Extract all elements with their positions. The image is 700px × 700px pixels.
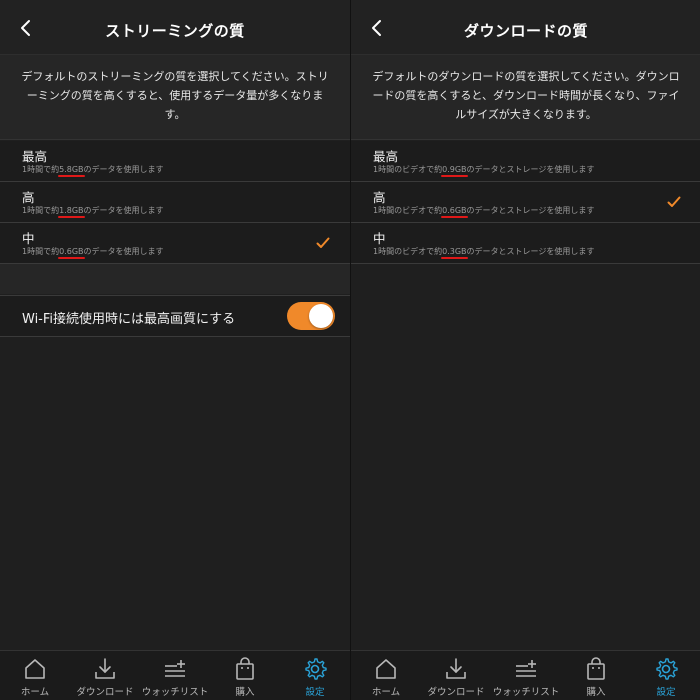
option-medium[interactable]: 中 1時間で約0.6GBのデータを使用します <box>0 223 350 264</box>
tab-label: ホーム <box>371 687 401 698</box>
subtext-prefix: 1時間で約 <box>22 165 60 174</box>
description-panel: デフォルトのダウンロードの質を選択してください。ダウンロードの質を高くすると、ダ… <box>351 54 700 140</box>
tab-purchase[interactable]: 購入 <box>210 651 280 700</box>
page-title: ストリーミングの質 <box>105 22 245 40</box>
watchlist-icon <box>514 657 538 681</box>
data-amount: 5.8GB <box>58 165 85 177</box>
subtext-suffix: のデータを使用します <box>83 247 164 256</box>
nav-header: ダウンロードの質 <box>351 0 700 54</box>
tab-label: 設定 <box>305 687 325 698</box>
bag-icon <box>584 657 608 681</box>
option-subtext: 1時間で約5.8GBのデータを使用します <box>22 164 164 177</box>
bag-icon <box>233 657 257 681</box>
description-panel: デフォルトのストリーミングの質を選択してください。ストリーミングの質を高くすると… <box>0 54 350 140</box>
option-label: 中 <box>373 231 386 246</box>
nav-header: ストリーミングの質 <box>0 0 350 54</box>
quality-options: 最高 1時間のビデオで約0.9GBのデータとストレージを使用します 高 1時間の… <box>351 141 700 264</box>
tab-label: 購入 <box>586 687 606 698</box>
option-medium[interactable]: 中 1時間のビデオで約0.3GBのデータとストレージを使用します <box>351 223 700 264</box>
tab-download[interactable]: ダウンロード <box>421 651 491 700</box>
subtext-suffix: のデータを使用します <box>83 206 164 215</box>
wifi-setting-row: Wi-Fi接続使用時には最高画質にする <box>0 295 350 337</box>
option-subtext: 1時間で約1.8GBのデータを使用します <box>22 205 164 218</box>
subtext-prefix: 1時間で約 <box>22 206 60 215</box>
description-text: デフォルトのストリーミングの質を選択してください。ストリーミングの質を高くすると… <box>21 70 329 121</box>
subtext-suffix: のデータを使用します <box>83 165 164 174</box>
tab-label: ダウンロード <box>427 687 485 698</box>
toggle-knob <box>309 304 333 328</box>
wifi-toggle[interactable] <box>287 302 335 330</box>
home-icon <box>23 657 47 681</box>
section-gap <box>0 264 350 294</box>
tab-label: 設定 <box>656 687 676 698</box>
option-label: 高 <box>373 190 386 205</box>
page-title: ダウンロードの質 <box>463 22 588 40</box>
tab-settings[interactable]: 設定 <box>631 651 700 700</box>
tab-bar: ホーム ダウンロード ウォッチリスト 購入 設定 <box>0 650 350 700</box>
option-subtext: 1時間のビデオで約0.6GBのデータとストレージを使用します <box>373 205 595 218</box>
option-subtext: 1時間で約0.6GBのデータを使用します <box>22 246 164 259</box>
tab-label: ウォッチリスト <box>141 687 209 698</box>
option-best[interactable]: 最高 1時間で約5.8GBのデータを使用します <box>0 141 350 182</box>
subtext-prefix: 1時間で約 <box>22 247 60 256</box>
download-icon <box>444 657 468 681</box>
subtext-prefix: 1時間のビデオで約 <box>373 206 443 215</box>
option-label: 中 <box>22 231 35 246</box>
tab-watchlist[interactable]: ウォッチリスト <box>140 651 210 700</box>
tab-bar: ホーム ダウンロード ウォッチリスト 購入 設定 <box>351 650 700 700</box>
tab-purchase[interactable]: 購入 <box>561 651 631 700</box>
tab-download[interactable]: ダウンロード <box>70 651 140 700</box>
option-best[interactable]: 最高 1時間のビデオで約0.9GBのデータとストレージを使用します <box>351 141 700 182</box>
option-label: 最高 <box>22 149 48 164</box>
data-amount: 0.6GB <box>441 206 468 218</box>
option-high[interactable]: 高 1時間のビデオで約0.6GBのデータとストレージを使用します <box>351 182 700 223</box>
quality-options: 最高 1時間で約5.8GBのデータを使用します 高 1時間で約1.8GBのデータ… <box>0 141 350 264</box>
tab-label: ダウンロード <box>76 687 134 698</box>
data-amount: 1.8GB <box>58 206 85 218</box>
tab-home[interactable]: ホーム <box>351 651 421 700</box>
option-subtext: 1時間のビデオで約0.9GBのデータとストレージを使用します <box>373 164 595 177</box>
subtext-prefix: 1時間のビデオで約 <box>373 165 443 174</box>
tab-home[interactable]: ホーム <box>0 651 70 700</box>
streaming-quality-screen: ストリーミングの質 デフォルトのストリーミングの質を選択してください。ストリーミ… <box>0 0 350 700</box>
tab-watchlist[interactable]: ウォッチリスト <box>491 651 561 700</box>
checkmark-icon <box>667 196 681 208</box>
tab-label: ホーム <box>20 687 50 698</box>
data-amount: 0.6GB <box>58 247 85 259</box>
tab-settings[interactable]: 設定 <box>280 651 350 700</box>
download-quality-screen: ダウンロードの質 デフォルトのダウンロードの質を選択してください。ダウンロードの… <box>350 0 700 700</box>
subtext-suffix: のデータとストレージを使用します <box>466 247 595 256</box>
subtext-suffix: のデータとストレージを使用します <box>466 206 595 215</box>
home-icon <box>374 657 398 681</box>
wifi-label: Wi-Fi接続使用時には最高画質にする <box>22 312 236 327</box>
gear-icon <box>654 657 678 681</box>
option-label: 最高 <box>373 149 399 164</box>
download-icon <box>93 657 117 681</box>
watchlist-icon <box>163 657 187 681</box>
subtext-suffix: のデータとストレージを使用します <box>466 165 595 174</box>
data-amount: 0.9GB <box>441 165 468 177</box>
option-label: 高 <box>22 190 35 205</box>
option-subtext: 1時間のビデオで約0.3GBのデータとストレージを使用します <box>373 246 595 259</box>
data-amount: 0.3GB <box>441 247 468 259</box>
subtext-prefix: 1時間のビデオで約 <box>373 247 443 256</box>
tab-label: ウォッチリスト <box>492 687 560 698</box>
checkmark-icon <box>316 237 330 249</box>
description-text: デフォルトのダウンロードの質を選択してください。ダウンロードの質を高くすると、ダ… <box>372 70 680 121</box>
gear-icon <box>303 657 327 681</box>
option-high[interactable]: 高 1時間で約1.8GBのデータを使用します <box>0 182 350 223</box>
tab-label: 購入 <box>235 687 255 698</box>
